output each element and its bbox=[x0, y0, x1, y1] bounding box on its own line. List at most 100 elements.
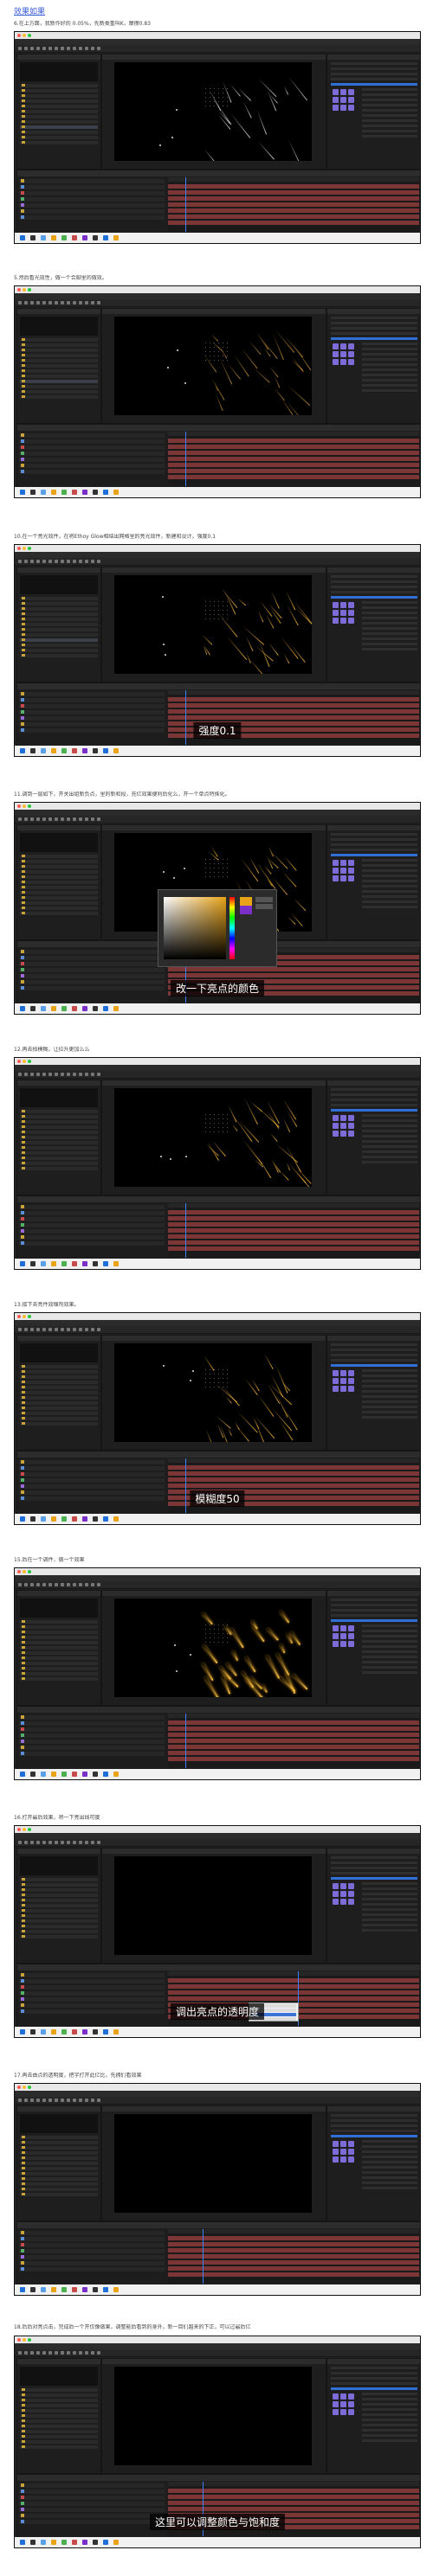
align-button[interactable] bbox=[340, 1891, 346, 1897]
align-button[interactable] bbox=[340, 868, 346, 874]
property-row[interactable] bbox=[362, 2439, 417, 2442]
project-item[interactable] bbox=[20, 338, 98, 342]
layer-row[interactable] bbox=[19, 1746, 165, 1750]
tool-icon[interactable] bbox=[67, 1328, 70, 1331]
taskbar-app-icon[interactable] bbox=[113, 1516, 119, 1522]
property-row[interactable] bbox=[362, 1908, 417, 1911]
maximize-dot[interactable] bbox=[28, 288, 31, 292]
project-item[interactable] bbox=[20, 2388, 98, 2392]
taskbar-app-icon[interactable] bbox=[103, 2287, 108, 2292]
tool-icon[interactable] bbox=[55, 1841, 58, 1844]
project-item[interactable] bbox=[20, 855, 98, 858]
project-item[interactable] bbox=[20, 891, 98, 894]
project-item[interactable] bbox=[20, 1935, 98, 1938]
property-row[interactable] bbox=[331, 1343, 417, 1346]
tool-icon[interactable] bbox=[30, 1841, 34, 1844]
taskbar-app-icon[interactable] bbox=[103, 2029, 108, 2035]
tool-icon[interactable] bbox=[18, 47, 22, 50]
property-row[interactable] bbox=[331, 1359, 417, 1362]
layer-row[interactable] bbox=[19, 1235, 165, 1240]
project-item[interactable] bbox=[20, 375, 98, 378]
maximize-dot[interactable] bbox=[28, 804, 31, 808]
align-button[interactable] bbox=[333, 1123, 339, 1129]
project-item[interactable] bbox=[20, 1386, 98, 1389]
timeline-header[interactable] bbox=[17, 170, 420, 176]
time-ruler[interactable] bbox=[168, 1458, 419, 1463]
align-button[interactable] bbox=[340, 1131, 346, 1137]
tool-icon[interactable] bbox=[73, 2351, 76, 2355]
taskbar-app-icon[interactable] bbox=[61, 235, 67, 240]
project-item[interactable] bbox=[20, 1904, 98, 1907]
project-item[interactable] bbox=[20, 1401, 98, 1405]
layer-row[interactable] bbox=[19, 1241, 165, 1246]
ok-button[interactable] bbox=[255, 897, 273, 902]
active-property[interactable] bbox=[331, 83, 417, 86]
taskbar-app-icon[interactable] bbox=[113, 2029, 119, 2035]
layer-row[interactable] bbox=[19, 2496, 165, 2500]
tool-icon[interactable] bbox=[30, 1073, 34, 1076]
time-ruler[interactable] bbox=[168, 1971, 419, 1976]
tool-icon[interactable] bbox=[30, 1328, 34, 1331]
align-button[interactable] bbox=[333, 1625, 339, 1631]
layer-row[interactable] bbox=[19, 1478, 165, 1483]
tool-icon[interactable] bbox=[85, 2351, 88, 2355]
property-row[interactable] bbox=[331, 1867, 417, 1869]
taskbar-app-icon[interactable] bbox=[93, 1772, 98, 1777]
layer-bar[interactable] bbox=[168, 2507, 419, 2511]
align-button[interactable] bbox=[348, 2393, 354, 2400]
minimize-dot[interactable] bbox=[23, 547, 26, 550]
property-row[interactable] bbox=[362, 1635, 417, 1637]
minimize-dot[interactable] bbox=[23, 1570, 26, 1573]
tool-icon[interactable] bbox=[42, 47, 46, 50]
layer-row[interactable] bbox=[19, 962, 165, 966]
tool-icon[interactable] bbox=[61, 2099, 64, 2102]
close-dot[interactable] bbox=[17, 288, 21, 292]
layer-row[interactable] bbox=[19, 2514, 165, 2518]
align-button[interactable] bbox=[333, 610, 339, 616]
time-ruler[interactable] bbox=[168, 432, 419, 436]
tool-icon[interactable] bbox=[79, 817, 82, 821]
layer-row[interactable] bbox=[19, 692, 165, 696]
taskbar-app-icon[interactable] bbox=[20, 1006, 25, 1011]
tool-icon[interactable] bbox=[42, 1328, 46, 1331]
taskbar-app-icon[interactable] bbox=[93, 1516, 98, 1522]
property-row[interactable] bbox=[362, 895, 417, 898]
layer-row[interactable] bbox=[19, 716, 165, 721]
align-button[interactable] bbox=[348, 860, 354, 866]
property-row[interactable] bbox=[331, 1093, 417, 1096]
align-button[interactable] bbox=[348, 875, 354, 881]
property-row[interactable] bbox=[331, 62, 417, 65]
align-button[interactable] bbox=[340, 1641, 346, 1647]
align-button[interactable] bbox=[340, 2149, 346, 2155]
project-item[interactable] bbox=[20, 125, 98, 129]
layer-row[interactable] bbox=[19, 179, 165, 183]
taskbar-app-icon[interactable] bbox=[41, 1261, 46, 1266]
property-row[interactable] bbox=[362, 900, 417, 903]
project-item[interactable] bbox=[20, 1391, 98, 1394]
property-row[interactable] bbox=[362, 601, 417, 604]
project-item[interactable] bbox=[20, 385, 98, 388]
taskbar-app-icon[interactable] bbox=[51, 748, 56, 753]
align-button[interactable] bbox=[348, 351, 354, 357]
taskbar-app-icon[interactable] bbox=[93, 2029, 98, 2035]
property-row[interactable] bbox=[331, 586, 417, 588]
property-row[interactable] bbox=[362, 1656, 417, 1658]
align-button[interactable] bbox=[348, 1378, 354, 1384]
project-item[interactable] bbox=[20, 1919, 98, 1923]
property-row[interactable] bbox=[331, 317, 417, 319]
project-item[interactable] bbox=[20, 359, 98, 362]
tool-icon[interactable] bbox=[67, 301, 70, 304]
taskbar-app-icon[interactable] bbox=[51, 2029, 56, 2035]
tool-icon[interactable] bbox=[97, 301, 100, 304]
color-picker-dialog[interactable] bbox=[158, 889, 277, 967]
layer-bar[interactable] bbox=[168, 2495, 419, 2499]
project-item[interactable] bbox=[20, 1115, 98, 1118]
property-row[interactable] bbox=[362, 135, 417, 138]
align-button[interactable] bbox=[340, 875, 346, 881]
project-item[interactable] bbox=[20, 886, 98, 889]
tool-icon[interactable] bbox=[73, 1841, 76, 1844]
layer-row[interactable] bbox=[19, 2483, 165, 2488]
maximize-dot[interactable] bbox=[28, 547, 31, 550]
active-property[interactable] bbox=[331, 854, 417, 856]
project-item[interactable] bbox=[20, 1646, 98, 1650]
